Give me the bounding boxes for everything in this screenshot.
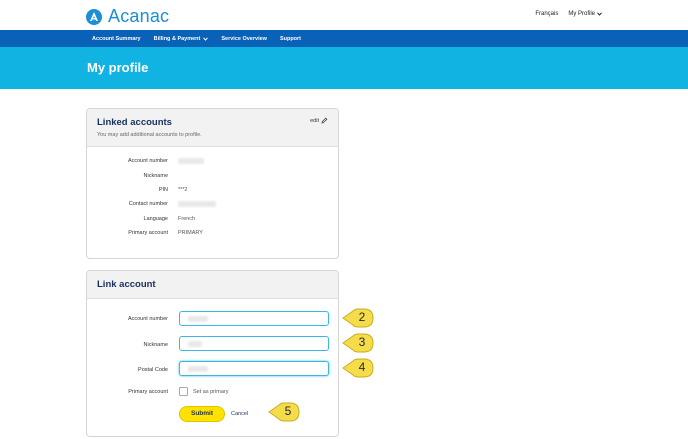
info-value (178, 158, 204, 166)
edit-label: edit (310, 117, 319, 124)
link-account-header: Link account (87, 271, 338, 299)
callout-number: 2 (358, 310, 366, 324)
page-hero: My profile (0, 47, 688, 89)
postal-code-label: Postal Code (138, 367, 168, 373)
linked-accounts-card: Linked accounts You may add additional a… (86, 108, 339, 259)
redacted-value (188, 366, 208, 372)
redacted-value (178, 158, 204, 164)
linked-accounts-subtitle: You may add additional accounts to profi… (97, 132, 202, 138)
link-account-card: Link account Account number Nickname Pos… (86, 270, 339, 437)
info-row-primary-account: Primary account PRIMARY (87, 230, 338, 240)
language-link[interactable]: Français (535, 11, 558, 17)
redacted-value (188, 316, 208, 322)
info-label: Language (143, 216, 168, 222)
info-value: PRIMARY (178, 230, 203, 236)
info-row-pin: PIN ***2 (87, 187, 338, 197)
info-row-contact-number: Contact number (87, 201, 338, 211)
nav-service-overview[interactable]: Service Overview (221, 36, 267, 42)
page-title: My profile (87, 60, 149, 75)
callout-number: 4 (358, 360, 366, 374)
info-row-nickname: Nickname (87, 173, 338, 183)
info-label: Nickname (143, 173, 168, 179)
link-account-title: Link account (97, 279, 156, 290)
callout-3: 3 (342, 333, 374, 353)
chevron-down-icon (203, 36, 209, 41)
info-value: ***2 (178, 187, 188, 193)
callout-5: 5 (268, 402, 300, 422)
callout-number: 3 (358, 335, 366, 349)
callout-4: 4 (342, 358, 374, 378)
set-primary-checkbox[interactable] (179, 387, 188, 396)
brand-name: Acanac (108, 6, 170, 26)
info-label: Primary account (128, 230, 168, 236)
postal-code-input[interactable] (179, 361, 329, 376)
info-label: PIN (158, 187, 168, 193)
top-links: Français My Profile (535, 11, 602, 17)
nickname-input[interactable] (179, 336, 329, 351)
callout-number: 5 (284, 404, 292, 418)
chevron-down-icon (597, 12, 602, 16)
nav-billing-label: Billing & Payment (153, 35, 201, 42)
cancel-link[interactable]: Cancel (231, 411, 248, 417)
brand-logo[interactable]: Acanac (86, 6, 169, 27)
info-row-account-number: Account number (87, 158, 338, 168)
edit-link[interactable]: edit (310, 117, 328, 124)
acanac-logo-icon (86, 8, 102, 25)
set-primary-label[interactable]: Set as primary (193, 389, 228, 395)
info-label: Account number (127, 158, 168, 164)
info-label: Contact number (128, 201, 168, 207)
redacted-value (178, 201, 216, 207)
info-value (178, 201, 216, 209)
primary-account-label: Primary account (128, 389, 168, 395)
account-number-label: Account number (127, 316, 168, 322)
callout-2: 2 (342, 308, 374, 328)
nickname-label: Nickname (143, 342, 168, 348)
main-nav: Account Summary Billing & Payment Servic… (0, 30, 688, 47)
nav-billing-payment[interactable]: Billing & Payment (154, 36, 209, 42)
info-value: French (178, 216, 196, 222)
pencil-icon (321, 117, 328, 124)
linked-accounts-header: Linked accounts You may add additional a… (87, 109, 338, 147)
account-number-input[interactable] (179, 311, 329, 326)
submit-button[interactable]: Submit (179, 406, 225, 422)
linked-accounts-title: Linked accounts (97, 117, 172, 128)
info-row-language: Language French (87, 216, 338, 226)
top-bar: Acanac Français My Profile (0, 0, 688, 30)
my-profile-menu[interactable]: My Profile (568, 11, 602, 17)
redacted-value (188, 341, 202, 347)
nav-support[interactable]: Support (280, 36, 301, 42)
my-profile-label: My Profile (568, 11, 595, 17)
nav-account-summary[interactable]: Account Summary (92, 36, 141, 42)
